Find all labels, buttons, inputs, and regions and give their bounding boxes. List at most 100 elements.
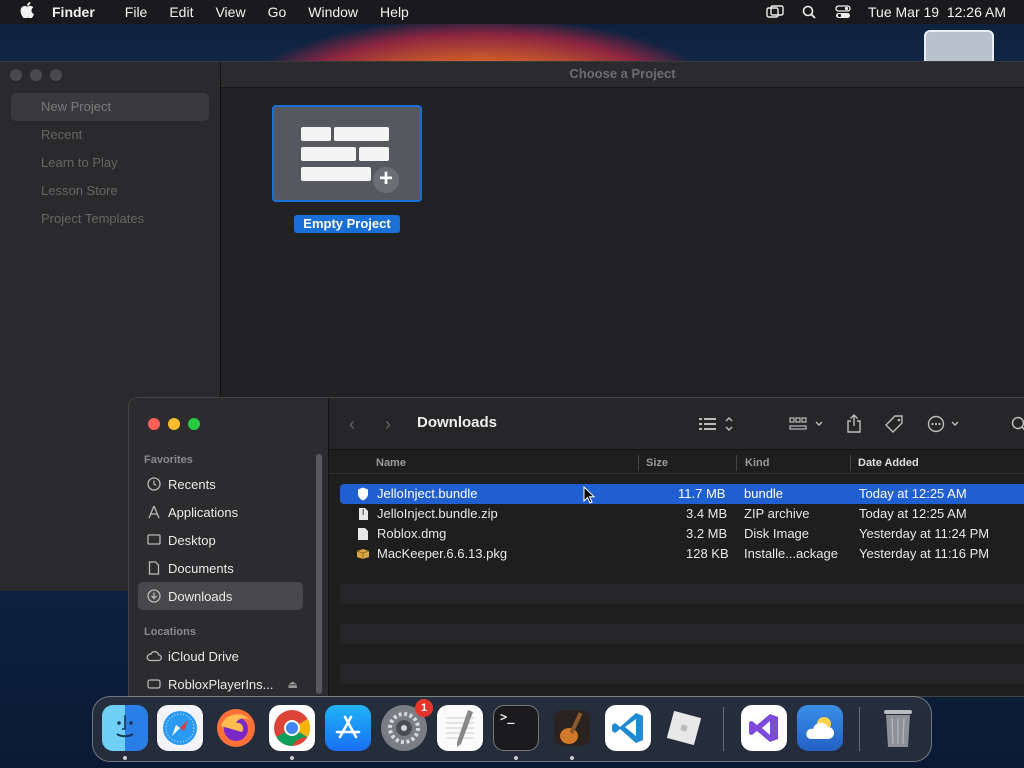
zoom-button[interactable] [50, 69, 62, 81]
screen-mirroring-icon[interactable] [766, 5, 784, 19]
more-actions-icon[interactable] [927, 413, 961, 435]
folder-title: Downloads [417, 414, 498, 431]
file-row[interactable]: JelloInject.bundle.zip 3.4 MB ZIP archiv… [340, 504, 1024, 524]
column-name[interactable]: Name [376, 457, 406, 469]
nav-learn-to-play[interactable]: Learn to Play [11, 149, 209, 177]
finder-toolbar: ‹ › Downloads [329, 398, 1024, 450]
finder-dock-icon[interactable] [102, 705, 148, 751]
file-date: Yesterday at 11:16 PM [859, 546, 990, 561]
tag-icon[interactable] [885, 413, 905, 435]
column-divider[interactable] [638, 455, 639, 471]
menu-edit[interactable]: Edit [169, 4, 193, 20]
zoom-button[interactable] [188, 418, 200, 430]
menu-file[interactable]: File [125, 4, 148, 20]
shield-icon [356, 487, 370, 501]
nav-lesson-store[interactable]: Lesson Store [11, 177, 209, 205]
nav-new-project[interactable]: New Project [11, 93, 209, 121]
menu-app-name[interactable]: Finder [52, 4, 95, 20]
menu-window[interactable]: Window [308, 4, 358, 20]
textedit-dock-icon[interactable] [437, 705, 483, 751]
weather-dock-icon[interactable] [797, 705, 843, 751]
running-indicator [290, 756, 294, 760]
system-settings-dock-icon[interactable]: 1 [381, 699, 433, 751]
sidebar-item-recents[interactable]: Recents [138, 470, 303, 498]
file-name: JelloInject.bundle.zip [377, 506, 498, 521]
minimize-button[interactable] [168, 418, 180, 430]
firefox-dock-icon[interactable] [213, 705, 259, 751]
terminal-dock-icon[interactable]: >_ [493, 705, 539, 751]
column-kind[interactable]: Kind [745, 457, 769, 469]
column-divider[interactable] [736, 455, 737, 471]
sidebar-item-desktop[interactable]: Desktop [138, 526, 303, 554]
file-size: 128 KB [686, 546, 729, 561]
sidebar-item-documents[interactable]: Documents [138, 554, 303, 582]
menu-go[interactable]: Go [268, 4, 287, 20]
window-title: Choose a Project [221, 62, 1024, 88]
file-name: Roblox.dmg [377, 526, 447, 541]
finder-sidebar: Favorites Recents Applications Desktop D… [129, 398, 329, 696]
finder-window: Favorites Recents Applications Desktop D… [128, 397, 1024, 697]
template-brick [334, 127, 389, 141]
chrome-dock-icon[interactable] [269, 705, 315, 751]
group-icon[interactable] [789, 413, 825, 435]
garageband-dock-icon[interactable] [549, 705, 595, 751]
dock-separator [859, 707, 860, 751]
sidebar-item-label: Recents [168, 476, 216, 492]
share-icon[interactable] [846, 413, 862, 435]
document-icon [356, 507, 370, 521]
nav-project-templates[interactable]: Project Templates [11, 205, 209, 233]
empty-row [340, 584, 1024, 604]
mouse-cursor-icon [583, 485, 596, 509]
roblox-dock-icon[interactable] [661, 705, 707, 751]
vscode-dock-icon[interactable] [605, 705, 651, 751]
cloud-icon [146, 648, 162, 664]
sidebar-item-icloud[interactable]: iCloud Drive [138, 642, 303, 670]
file-row[interactable]: MacKeeper.6.6.13.pkg 128 KB Installe...a… [340, 544, 1024, 564]
running-indicator [514, 756, 518, 760]
list-view-icon[interactable] [699, 413, 733, 435]
back-icon[interactable]: ‹ [349, 414, 355, 435]
sidebar-item-roblox-installer[interactable]: RobloxPlayerIns... ⏏ [138, 670, 303, 696]
close-button[interactable] [10, 69, 22, 81]
apple-menu-icon[interactable] [18, 2, 36, 22]
sidebar-item-downloads[interactable]: Downloads [138, 582, 303, 610]
sidebar-item-applications[interactable]: Applications [138, 498, 303, 526]
locations-heading: Locations [144, 626, 196, 638]
file-row[interactable]: Roblox.dmg 3.2 MB Disk Image Yesterday a… [340, 524, 1024, 544]
menu-help[interactable]: Help [380, 4, 409, 20]
file-size: 3.2 MB [686, 526, 728, 541]
empty-project-card[interactable]: + [272, 105, 422, 202]
safari-dock-icon[interactable] [157, 705, 203, 751]
forward-icon[interactable]: › [385, 414, 391, 435]
sidebar-item-label: Applications [168, 504, 239, 520]
menu-view[interactable]: View [215, 4, 245, 20]
template-brick [301, 167, 371, 181]
visual-studio-dock-icon[interactable] [741, 705, 787, 751]
eject-icon[interactable]: ⏏ [288, 678, 298, 691]
control-center-icon[interactable] [834, 5, 852, 19]
desktop-icon [146, 532, 162, 548]
package-icon [356, 547, 370, 561]
file-size: 11.7 MB [678, 486, 726, 501]
close-button[interactable] [148, 418, 160, 430]
column-divider[interactable] [850, 455, 851, 471]
file-kind: Installe...ackage [744, 546, 838, 561]
sidebar-item-label: Documents [168, 560, 234, 576]
applications-icon [146, 504, 162, 520]
trash-dock-icon[interactable] [875, 705, 921, 751]
spotlight-search-icon[interactable] [800, 5, 818, 19]
menubar-clock[interactable]: Tue Mar 19 12:26 AM [868, 4, 1006, 20]
search-icon[interactable] [1011, 413, 1024, 435]
minimize-button[interactable] [30, 69, 42, 81]
app-store-dock-icon[interactable] [325, 705, 371, 751]
running-indicator [123, 756, 127, 760]
empty-project-label[interactable]: Empty Project [294, 215, 400, 233]
clock-icon [146, 476, 162, 492]
column-date-added[interactable]: Date Added [858, 457, 919, 469]
file-size: 3.4 MB [686, 506, 728, 521]
nav-recent[interactable]: Recent [11, 121, 209, 149]
file-row[interactable]: JelloInject.bundle 11.7 MB bundle Today … [340, 484, 1024, 504]
menu-bar: Finder File Edit View Go Window Help Tue… [0, 0, 1024, 24]
sidebar-scrollbar[interactable] [316, 454, 322, 694]
column-size[interactable]: Size [646, 457, 668, 469]
